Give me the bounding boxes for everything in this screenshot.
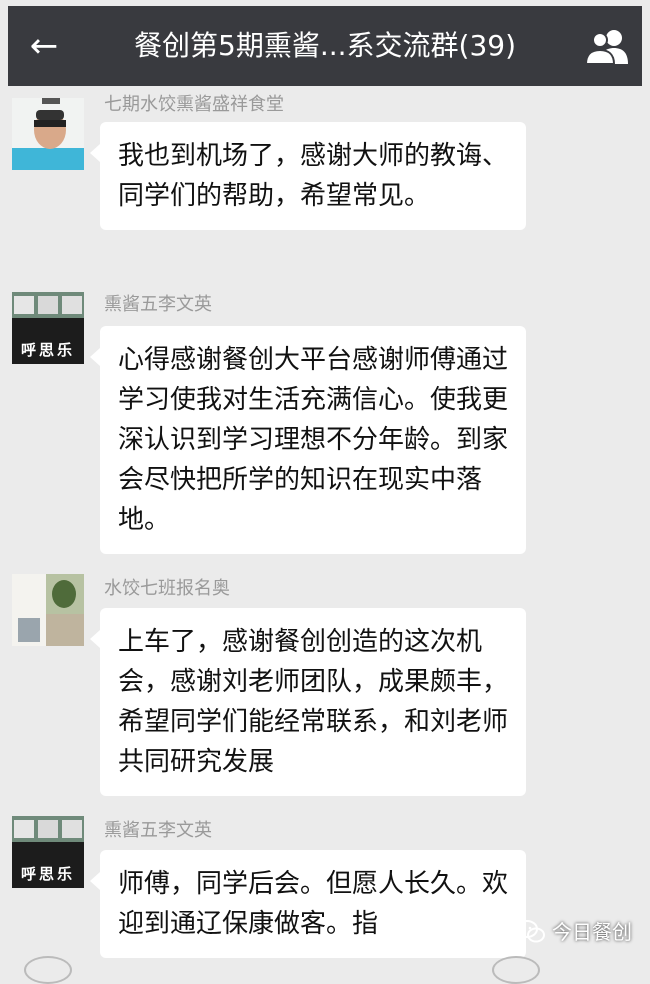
- watermark-text: 今日餐创: [552, 920, 632, 944]
- sender-nickname: 水饺七班报名奥: [104, 578, 230, 599]
- chat-title: 餐创第5期熏酱...系交流群(39): [134, 29, 516, 62]
- avatar-label: 呼思乐: [20, 341, 75, 359]
- sender-nickname: 七期水饺熏酱盛祥食堂: [104, 94, 284, 115]
- chat-message-list[interactable]: 七期水饺熏酱盛祥食堂 我也到机场了，感谢大师的教诲、同学们的帮助，希望常见。 呼…: [8, 86, 642, 968]
- back-arrow-icon[interactable]: ←: [22, 24, 66, 68]
- message-bubble[interactable]: 师傅，同学后会。但愿人长久。欢迎到通辽保康做客。指: [90, 850, 526, 958]
- sender-nickname: 熏酱五李文英: [104, 820, 212, 841]
- sender-nickname: 熏酱五李文英: [104, 294, 212, 315]
- chat-header: ← 餐创第5期熏酱...系交流群(39): [8, 6, 642, 86]
- voice-button-icon[interactable]: [24, 956, 72, 984]
- group-members-icon[interactable]: [584, 24, 632, 68]
- watermark: 今日餐创: [516, 914, 632, 950]
- emoji-button-icon[interactable]: [492, 956, 540, 984]
- avatar[interactable]: [12, 574, 84, 646]
- wechat-logo-icon: [516, 920, 545, 943]
- avatar[interactable]: [12, 98, 84, 170]
- message-bubble[interactable]: 上车了，感谢餐创创造的这次机会，感谢刘老师团队，成果颇丰，希望同学们能经常联系，…: [90, 608, 526, 796]
- message-bubble[interactable]: 我也到机场了，感谢大师的教诲、同学们的帮助，希望常见。: [90, 122, 526, 230]
- avatar-label: 呼思乐: [20, 865, 75, 883]
- avatar[interactable]: 呼思乐: [12, 292, 84, 364]
- avatar[interactable]: 呼思乐: [12, 816, 84, 888]
- message-bubble[interactable]: 心得感谢餐创大平台感谢师傅通过学习使我对生活充满信心。使我更深认识到学习理想不分…: [90, 326, 526, 554]
